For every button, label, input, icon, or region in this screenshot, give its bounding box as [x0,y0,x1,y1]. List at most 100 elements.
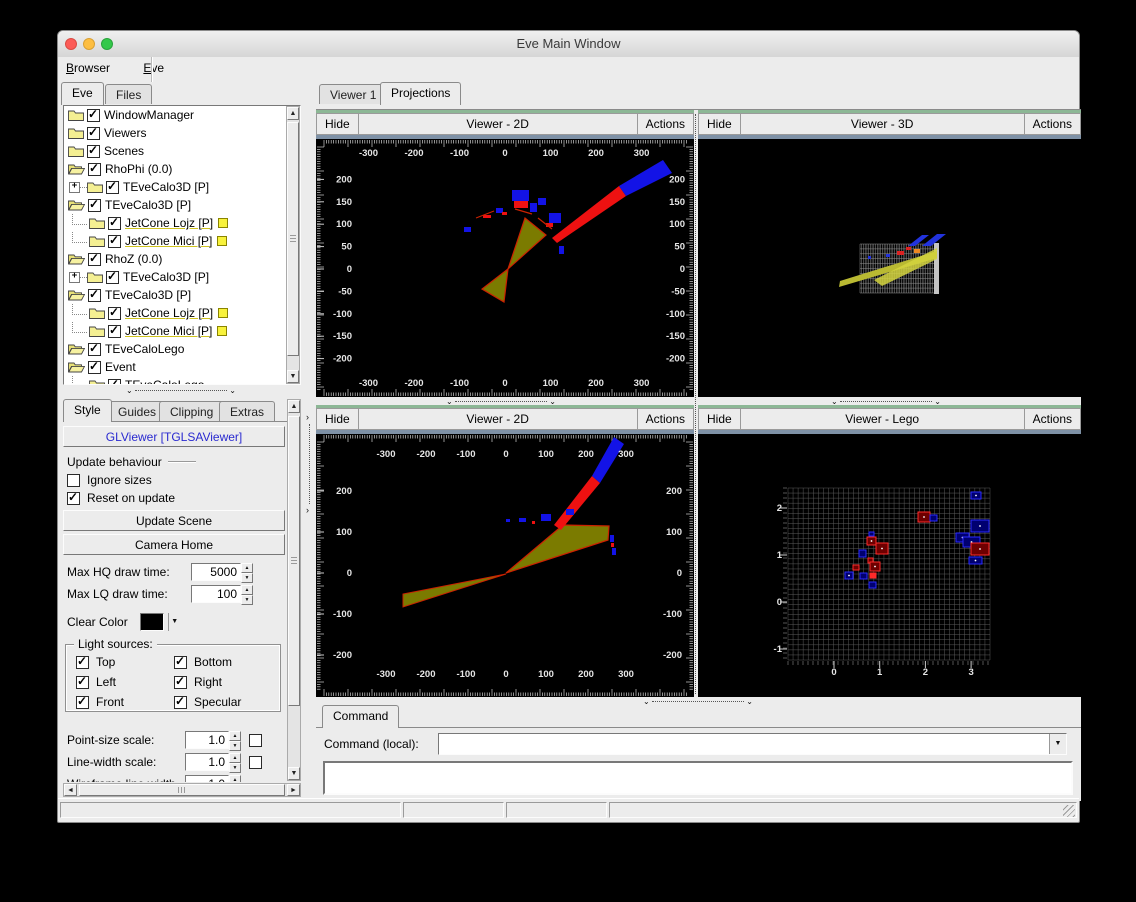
tree-scrollbar[interactable]: ▲ ▼ [286,106,300,384]
tab-eve[interactable]: Eve [61,82,104,105]
tree-item[interactable]: WindowManager [64,106,286,124]
tree-item[interactable]: TEveCaloLego [64,376,286,384]
row-splitter[interactable]: ⌄ ⌄ ⌄ ⌄ [316,397,1081,406]
light-bottom-checkbox[interactable] [174,654,187,669]
menu-browser[interactable]: Browser [58,57,118,82]
command-input[interactable]: ▼ [438,733,1067,755]
tab-style[interactable]: Style [63,399,112,422]
scrollbar-thumb[interactable] [287,122,299,356]
camera-home-button[interactable]: Camera Home [63,534,285,555]
actions-button[interactable]: Actions [1023,409,1080,429]
scrollbar-thumb[interactable] [288,416,300,706]
tree-checkbox[interactable] [87,125,100,140]
max-hq-spinner[interactable]: 5000 ▲ ▼ [191,563,253,583]
max-lq-spinner[interactable]: 100 ▲ ▼ [191,585,253,605]
menu-eve[interactable]: Eve [135,57,172,82]
tree-item[interactable]: TEveCalo3D [P] [64,286,286,304]
point-size-spinner[interactable]: 1.0 ▲ ▼ [185,731,241,751]
tree-checkbox[interactable] [108,233,121,248]
tree-item[interactable]: Scenes [64,142,286,160]
tree-checkbox[interactable] [108,305,121,320]
color-dropdown-icon[interactable]: ▼ [167,613,181,631]
light-left-checkbox[interactable] [76,674,89,689]
tree-checkbox[interactable] [88,251,101,266]
wireframe-spinner[interactable]: 1.0 ▲▼ [185,775,241,782]
tree-item[interactable]: Event [64,358,286,376]
light-top-checkbox[interactable] [76,654,89,669]
hide-button[interactable]: Hide [317,114,359,134]
tree-item[interactable]: TEveCalo3D [P] [64,196,286,214]
update-scene-button[interactable]: Update Scene [63,510,285,531]
expander-icon[interactable]: + [69,271,80,283]
clear-color-swatch[interactable] [139,613,164,631]
actions-button[interactable]: Actions [636,409,693,429]
style-scrollbar[interactable]: ▲ ▼ [287,399,301,781]
tree-checkbox[interactable] [108,323,121,338]
scroll-up-icon[interactable]: ▲ [287,107,299,120]
cone-color-swatch[interactable] [217,236,228,246]
tree-checkbox[interactable] [87,143,100,158]
tab-files[interactable]: Files [105,84,153,104]
tab-viewer-1[interactable]: Viewer 1 [319,84,388,104]
tab-clipping[interactable]: Clipping [159,401,225,421]
tree-checkbox[interactable] [106,179,119,194]
gl-canvas-3d[interactable] [698,139,1081,397]
tree-checkbox[interactable] [108,377,121,384]
tree-item[interactable]: + TEveCalo3D [P] [64,178,286,196]
point-size-checkbox[interactable] [249,733,262,747]
tree-item[interactable]: TEveCaloLego [64,340,286,358]
scroll-down-icon[interactable]: ▼ [287,370,299,383]
tree-checkbox[interactable] [88,341,101,356]
cone-color-swatch[interactable] [218,308,229,318]
actions-button[interactable]: Actions [1023,114,1080,134]
tree-item[interactable]: JetCone Lojz [P] [64,304,286,322]
scroll-left-icon[interactable]: ◄ [64,784,77,796]
tree-splitter-handle[interactable]: ⌄ ⌄ [126,386,236,395]
style-hscrollbar[interactable]: ◄ ► [63,783,301,797]
gl-canvas-2d[interactable]: -300 -300 -200 -200 -100 -100 0 0 100 100 200 200 30… [316,139,694,397]
titlebar[interactable]: Eve Main Window [58,31,1079,58]
expander-icon[interactable]: + [69,181,80,193]
tree-checkbox[interactable] [87,107,100,122]
tree-checkbox[interactable] [88,161,101,176]
scroll-down-icon[interactable]: ▼ [288,767,300,780]
tree-checkbox[interactable] [88,197,101,212]
tree-item[interactable]: + TEveCalo3D [P] [64,268,286,286]
gl-canvas-2d[interactable]: -300 -300 -200 -200 -100 -100 0 0 100 100 200 200 30… [316,434,694,697]
tree-item[interactable]: RhoPhi (0.0) [64,160,286,178]
tree-item[interactable]: JetCone Mici [P] [64,232,286,250]
light-right-checkbox[interactable] [174,674,187,689]
tree-item[interactable]: JetCone Lojz [P] [64,214,286,232]
tree-checkbox[interactable] [88,359,101,374]
tree-checkbox[interactable] [108,215,121,230]
actions-button[interactable]: Actions [636,114,693,134]
ignore-sizes-checkbox[interactable] [67,473,80,487]
light-front-checkbox[interactable] [76,694,89,709]
hide-button[interactable]: Hide [699,114,741,134]
light-specular-checkbox[interactable] [174,694,187,709]
tab-projections[interactable]: Projections [380,82,462,105]
reset-on-update-checkbox[interactable] [67,490,80,505]
tab-command[interactable]: Command [322,705,400,728]
combo-dropdown-icon[interactable]: ▼ [1049,734,1066,754]
command-output[interactable] [323,761,1073,795]
command-value[interactable] [439,734,1049,754]
command-splitter-handle[interactable]: ⌄ ⌄ [643,697,753,706]
hide-button[interactable]: Hide [699,409,741,429]
glviewer-button[interactable]: GLViewer [TGLSAViewer] [63,426,285,447]
tree-item[interactable]: JetCone Mici [P] [64,322,286,340]
line-width-spinner[interactable]: 1.0 ▲ ▼ [185,753,241,773]
tree-checkbox[interactable] [106,269,119,284]
tree-item[interactable]: Viewers [64,124,286,142]
scroll-up-icon[interactable]: ▲ [288,400,300,413]
line-width-checkbox[interactable] [249,755,262,769]
scroll-right-icon[interactable]: ► [287,784,300,796]
left-right-splitter[interactable]: › › [304,82,316,799]
resize-grip[interactable] [1063,805,1075,817]
gl-canvas-lego[interactable]: 0 1 2 3210-1 [698,434,1081,697]
scrollbar-thumb[interactable] [79,784,285,796]
tree-checkbox[interactable] [88,287,101,302]
cone-color-swatch[interactable] [217,326,228,336]
hide-button[interactable]: Hide [317,409,359,429]
tree-item[interactable]: RhoZ (0.0) [64,250,286,268]
